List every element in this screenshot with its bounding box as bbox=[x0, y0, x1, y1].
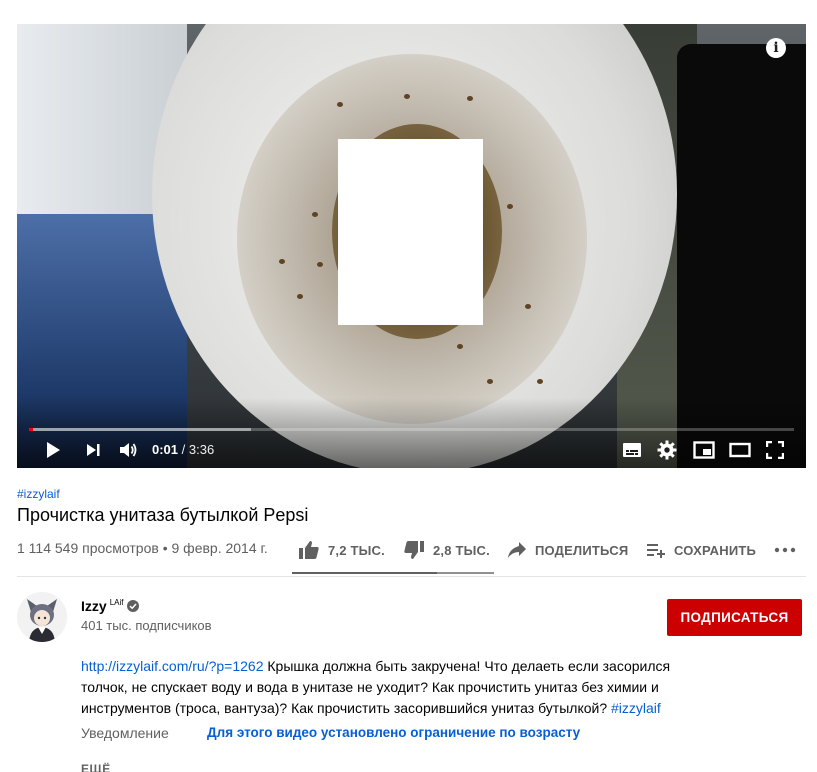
sentiment-bar bbox=[292, 572, 494, 574]
theater-icon bbox=[729, 442, 751, 458]
time-total: 3:36 bbox=[188, 442, 215, 457]
progress-buffered bbox=[29, 428, 251, 431]
action-bar: 7,2 ТЫС. 2,8 ТЫС. ПОДЕЛИТЬСЯ СОХРАНИТЬ bbox=[292, 532, 807, 574]
sentiment-bar-likes bbox=[292, 572, 438, 574]
time-display: 0:01 / 3:36 bbox=[152, 442, 214, 457]
fullscreen-button[interactable] bbox=[763, 438, 787, 462]
channel-name-link[interactable]: Izzy LAif bbox=[81, 597, 140, 614]
video-hashtag-link[interactable]: #izzylaif bbox=[17, 487, 60, 501]
video-scene-speck bbox=[467, 96, 473, 101]
time-current: 0:01 bbox=[152, 442, 179, 457]
fullscreen-icon bbox=[766, 441, 784, 459]
video-scene-speck bbox=[507, 204, 513, 209]
subscribe-button[interactable]: ПОДПИСАТЬСЯ bbox=[667, 599, 802, 636]
next-button[interactable] bbox=[81, 438, 105, 462]
play-button[interactable] bbox=[41, 438, 65, 462]
video-scene-speck bbox=[279, 259, 285, 264]
dislike-count: 2,8 ТЫС. bbox=[433, 542, 490, 558]
subscriber-count: 401 тыс. подписчиков bbox=[81, 618, 212, 633]
censor-box bbox=[338, 139, 483, 325]
subtitles-icon bbox=[623, 443, 641, 457]
channel-name-suffix: LAif bbox=[109, 597, 124, 607]
video-scene-speck bbox=[404, 94, 410, 99]
stats-separator: • bbox=[158, 540, 172, 556]
video-scene-speck bbox=[487, 379, 493, 384]
miniplayer-icon bbox=[693, 441, 715, 459]
video-title: Прочистка унитаза бутылкой Pepsi bbox=[17, 505, 309, 525]
verified-badge-icon bbox=[127, 600, 140, 612]
save-button[interactable]: СОХРАНИТЬ bbox=[646, 532, 756, 568]
volume-button[interactable] bbox=[116, 438, 140, 462]
video-scene-speck bbox=[312, 212, 318, 217]
theater-mode-button[interactable] bbox=[728, 438, 752, 462]
video-stats: 1 114 549 просмотров • 9 февр. 2014 г. bbox=[17, 540, 268, 556]
next-icon bbox=[87, 444, 100, 456]
play-icon bbox=[47, 442, 60, 458]
divider bbox=[17, 576, 806, 577]
miniplayer-button[interactable] bbox=[692, 438, 716, 462]
video-description: http://izzylaif.com/ru/?p=1262 Крышка до… bbox=[81, 656, 701, 719]
info-button[interactable]: i bbox=[766, 38, 786, 58]
video-scene-speck bbox=[337, 102, 343, 107]
progress-played bbox=[29, 428, 33, 431]
volume-icon bbox=[120, 443, 137, 457]
video-player[interactable]: i 0:01 / 3:36 bbox=[17, 24, 806, 468]
view-count: 1 114 549 просмотров bbox=[17, 540, 159, 556]
more-horizontal-icon bbox=[774, 547, 796, 553]
add-to-playlist-icon bbox=[647, 544, 665, 558]
like-count: 7,2 ТЫС. bbox=[328, 542, 385, 558]
save-label: СОХРАНИТЬ bbox=[674, 542, 757, 558]
video-scene-speck bbox=[525, 304, 531, 309]
video-scene-speck bbox=[297, 294, 303, 299]
time-separator: / bbox=[178, 442, 189, 457]
video-scene-speck bbox=[317, 262, 323, 267]
dislike-button[interactable]: 2,8 ТЫС. bbox=[403, 532, 490, 568]
like-button[interactable]: 7,2 ТЫС. bbox=[298, 532, 385, 568]
description-link[interactable]: http://izzylaif.com/ru/?p=1262 bbox=[81, 658, 264, 674]
thumbs-down-icon bbox=[404, 541, 424, 559]
subtitles-button[interactable] bbox=[620, 438, 644, 462]
thumbs-up-icon bbox=[299, 541, 319, 559]
progress-bar[interactable] bbox=[29, 428, 794, 431]
share-button[interactable]: ПОДЕЛИТЬСЯ bbox=[507, 532, 628, 568]
channel-name: Izzy bbox=[81, 598, 107, 614]
gear-icon bbox=[657, 440, 677, 460]
avatar-illustration bbox=[17, 592, 67, 642]
channel-avatar[interactable] bbox=[17, 592, 67, 642]
settings-button[interactable] bbox=[655, 438, 679, 462]
video-scene-speck bbox=[457, 344, 463, 349]
video-scene-speck bbox=[537, 379, 543, 384]
description-hashtag-link[interactable]: #izzylaif bbox=[611, 700, 661, 716]
show-more-button[interactable]: ЕЩЁ bbox=[81, 762, 111, 772]
more-actions-button[interactable] bbox=[774, 532, 804, 568]
notice-label: Уведомление bbox=[81, 725, 169, 741]
share-icon bbox=[508, 542, 526, 558]
publish-date: 9 февр. 2014 г. bbox=[171, 540, 268, 556]
share-label: ПОДЕЛИТЬСЯ bbox=[535, 542, 629, 558]
age-restriction-link[interactable]: Для этого видео установлено ограничение … bbox=[207, 725, 580, 740]
